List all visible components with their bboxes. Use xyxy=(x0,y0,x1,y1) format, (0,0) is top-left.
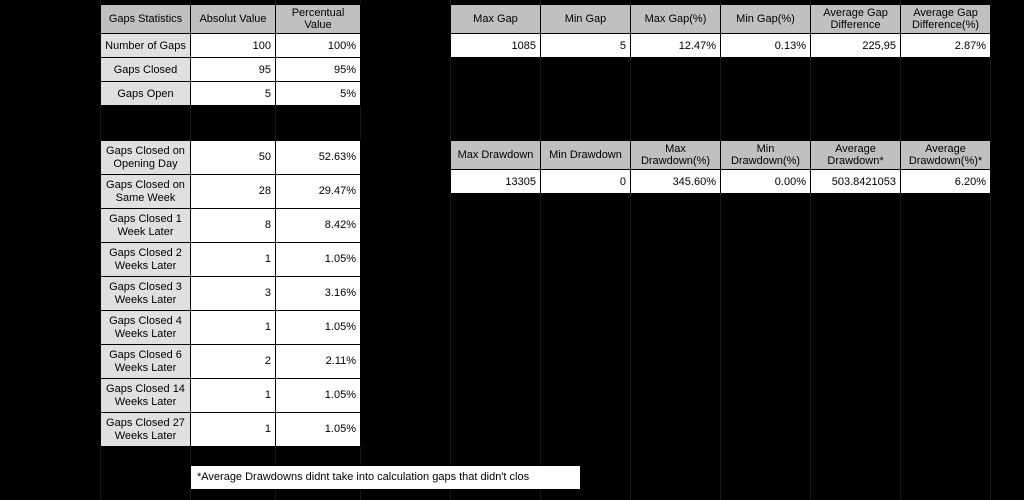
col-max-dd: Max Drawdown xyxy=(451,141,541,170)
table-row: Number of Gaps100100% xyxy=(101,34,361,58)
col-absolut-value: Absolut Value xyxy=(191,5,276,34)
cell-max-dd-pct: 345.60% xyxy=(631,170,721,194)
cell-min-dd-pct: 0.00% xyxy=(721,170,811,194)
cell-abs: 3 xyxy=(191,277,276,311)
col-avg-dd-pct: Average Drawdown(%)* xyxy=(901,141,991,170)
row-label: Gaps Closed 14 Weeks Later xyxy=(101,379,191,413)
cell-abs: 50 xyxy=(191,141,276,175)
header-row: Gaps Statistics Absolut Value Percentual… xyxy=(101,5,361,34)
cell-abs: 95 xyxy=(191,58,276,82)
row-label: Gaps Closed 3 Weeks Later xyxy=(101,277,191,311)
row-label: Gaps Closed 27 Weeks Later xyxy=(101,413,191,447)
table-row: Gaps Closed on Same Week2829.47% xyxy=(101,175,361,209)
cell-pct: 1.05% xyxy=(276,379,361,413)
cell-avg-gap-diff-pct: 2.87% xyxy=(901,34,991,58)
cell-min-gap: 5 xyxy=(541,34,631,58)
header-row: Max Drawdown Min Drawdown Max Drawdown(%… xyxy=(451,141,991,170)
table-row: Gaps Closed9595% xyxy=(101,58,361,82)
col-min-dd-pct: Min Drawdown(%) xyxy=(721,141,811,170)
cell-pct: 52.63% xyxy=(276,141,361,175)
col-max-gap: Max Gap xyxy=(451,5,541,34)
data-row: 13305 0 345.60% 0.00% 503.8421053 6.20% xyxy=(451,170,991,194)
gap-stats-extremes: Max Gap Min Gap Max Gap(%) Min Gap(%) Av… xyxy=(450,4,991,58)
header-row: Max Gap Min Gap Max Gap(%) Min Gap(%) Av… xyxy=(451,5,991,34)
cell-pct: 5% xyxy=(276,82,361,106)
cell-max-gap: 1085 xyxy=(451,34,541,58)
table-row: Gaps Closed 6 Weeks Later22.11% xyxy=(101,345,361,379)
cell-pct: 1.05% xyxy=(276,413,361,447)
cell-abs: 1 xyxy=(191,413,276,447)
footnote-cell: *Average Drawdowns didnt take into calcu… xyxy=(191,466,581,490)
cell-pct: 3.16% xyxy=(276,277,361,311)
cell-abs: 100 xyxy=(191,34,276,58)
drawdown-stats: Max Drawdown Min Drawdown Max Drawdown(%… xyxy=(450,140,991,194)
col-min-gap-pct: Min Gap(%) xyxy=(721,5,811,34)
col-percentual-value: Percentual Value xyxy=(276,5,361,34)
cell-max-gap-pct: 12.47% xyxy=(631,34,721,58)
cell-abs: 1 xyxy=(191,379,276,413)
row-label: Gaps Closed 2 Weeks Later xyxy=(101,243,191,277)
cell-pct: 95% xyxy=(276,58,361,82)
col-min-gap: Min Gap xyxy=(541,5,631,34)
row-label: Gaps Closed 4 Weeks Later xyxy=(101,311,191,345)
cell-pct: 2.11% xyxy=(276,345,361,379)
cell-pct: 1.05% xyxy=(276,243,361,277)
cell-abs: 8 xyxy=(191,209,276,243)
cell-abs: 2 xyxy=(191,345,276,379)
cell-avg-gap-diff: 225,95 xyxy=(811,34,901,58)
row-label: Gaps Closed 6 Weeks Later xyxy=(101,345,191,379)
table-row: Gaps Closed on Opening Day5052.63% xyxy=(101,141,361,175)
cell-pct: 1.05% xyxy=(276,311,361,345)
cell-avg-dd-pct: 6.20% xyxy=(901,170,991,194)
cell-pct: 29.47% xyxy=(276,175,361,209)
col-max-gap-pct: Max Gap(%) xyxy=(631,5,721,34)
row-label: Gaps Open xyxy=(101,82,191,106)
cell-min-gap-pct: 0.13% xyxy=(721,34,811,58)
col-gaps-statistics: Gaps Statistics xyxy=(101,5,191,34)
cell-abs: 28 xyxy=(191,175,276,209)
cell-abs: 1 xyxy=(191,243,276,277)
col-max-dd-pct: Max Drawdown(%) xyxy=(631,141,721,170)
row-label: Gaps Closed on Opening Day xyxy=(101,141,191,175)
gaps-statistics-summary: Gaps Statistics Absolut Value Percentual… xyxy=(100,4,361,106)
cell-abs: 5 xyxy=(191,82,276,106)
table-row: Gaps Open55% xyxy=(101,82,361,106)
cell-min-dd: 0 xyxy=(541,170,631,194)
row-label: Gaps Closed 1 Week Later xyxy=(101,209,191,243)
col-avg-gap-diff-pct: Average Gap Difference(%) xyxy=(901,5,991,34)
col-avg-gap-diff: Average Gap Difference xyxy=(811,5,901,34)
table-row: Gaps Closed 4 Weeks Later11.05% xyxy=(101,311,361,345)
col-avg-dd: Average Drawdown* xyxy=(811,141,901,170)
table-row: Gaps Closed 1 Week Later88.42% xyxy=(101,209,361,243)
cell-abs: 1 xyxy=(191,311,276,345)
row-label: Number of Gaps xyxy=(101,34,191,58)
row-label: Gaps Closed on Same Week xyxy=(101,175,191,209)
table-row: Gaps Closed 14 Weeks Later11.05% xyxy=(101,379,361,413)
cell-avg-dd: 503.8421053 xyxy=(811,170,901,194)
row-label: Gaps Closed xyxy=(101,58,191,82)
table-row: Gaps Closed 3 Weeks Later33.16% xyxy=(101,277,361,311)
col-min-dd: Min Drawdown xyxy=(541,141,631,170)
gaps-closed-timing: Gaps Closed on Opening Day5052.63%Gaps C… xyxy=(100,140,361,447)
cell-max-dd: 13305 xyxy=(451,170,541,194)
table-row: Gaps Closed 2 Weeks Later11.05% xyxy=(101,243,361,277)
cell-pct: 8.42% xyxy=(276,209,361,243)
footnote-row: *Average Drawdowns didnt take into calcu… xyxy=(190,465,581,490)
data-row: 1085 5 12.47% 0.13% 225,95 2.87% xyxy=(451,34,991,58)
cell-pct: 100% xyxy=(276,34,361,58)
table-row: Gaps Closed 27 Weeks Later11.05% xyxy=(101,413,361,447)
